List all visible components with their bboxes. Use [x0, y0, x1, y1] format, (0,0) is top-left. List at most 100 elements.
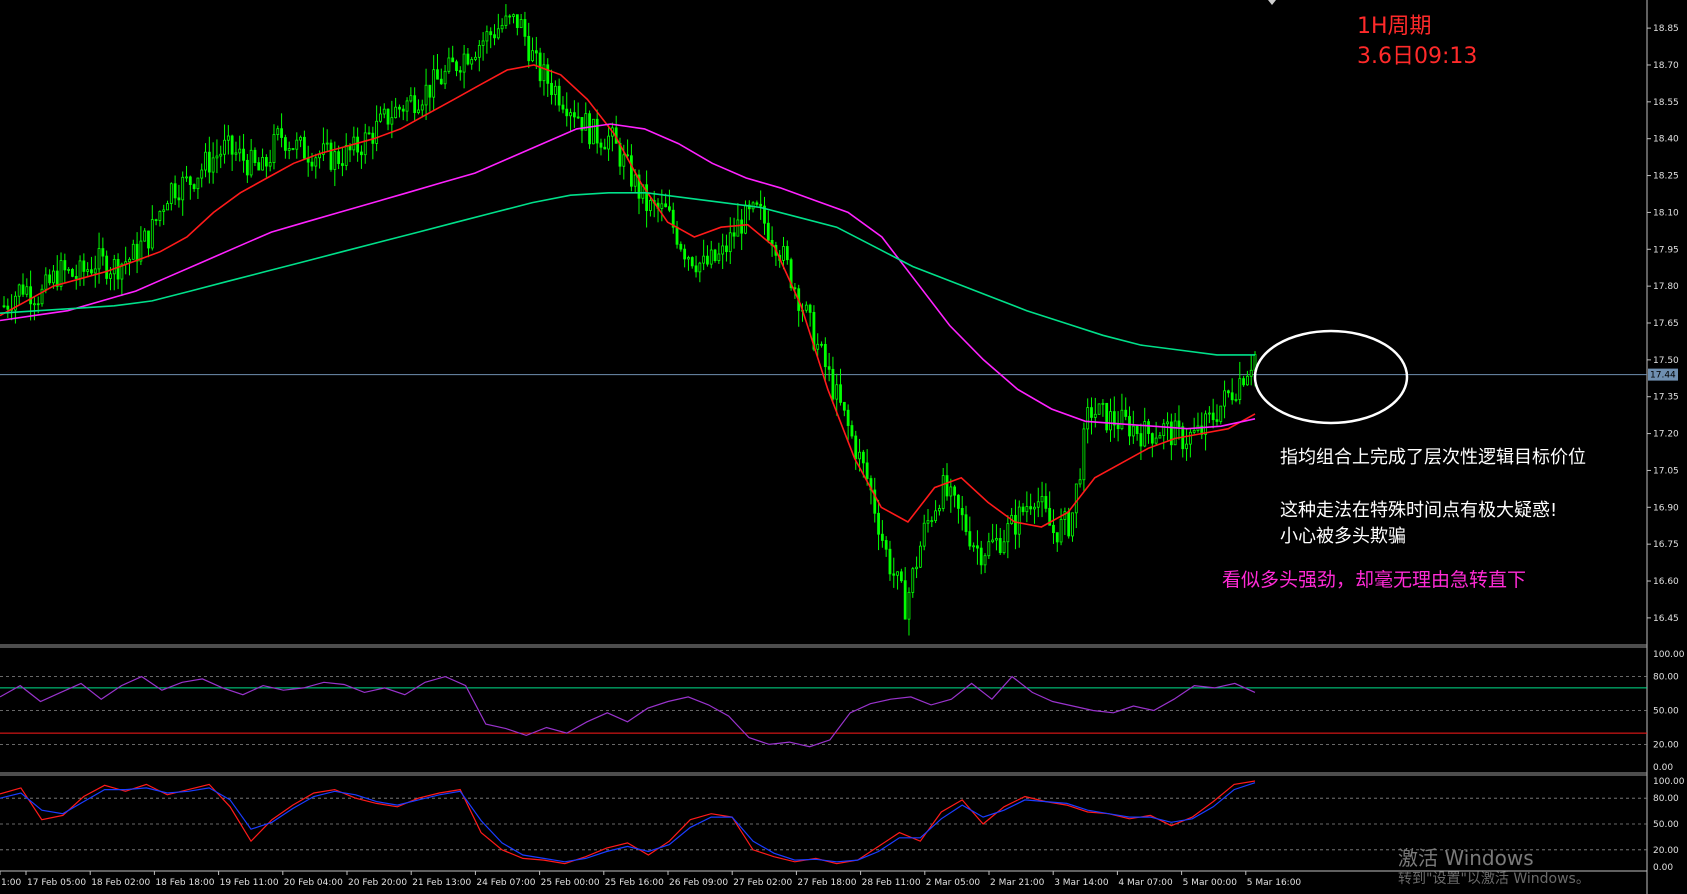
- price-tick-label: 18.40: [1653, 135, 1679, 145]
- price-tick-label: 18.10: [1653, 208, 1679, 218]
- candle-body: [968, 531, 972, 547]
- candle-body: [865, 462, 869, 479]
- candle-body: [823, 343, 827, 368]
- candle-body: [1033, 506, 1036, 510]
- candle-body: [462, 53, 466, 73]
- candle-body: [1188, 431, 1192, 445]
- candle-body: [713, 249, 717, 261]
- time-tick-label: 2 Mar 05:00: [926, 878, 981, 888]
- candle-body: [1223, 390, 1226, 407]
- candle-body: [953, 486, 957, 496]
- candle-body: [1116, 424, 1120, 430]
- candle-body: [945, 475, 949, 497]
- rsi-tick-label: 100.00: [1653, 650, 1685, 660]
- candle-body: [500, 24, 504, 30]
- price-tick-label: 17.65: [1653, 319, 1679, 329]
- scroll-marker-icon: [1268, 0, 1276, 5]
- candle-body: [1173, 420, 1177, 446]
- rsi-tick-label: 20.00: [1653, 740, 1679, 750]
- candle-body: [960, 508, 964, 516]
- candle-body: [283, 137, 287, 151]
- candle-body: [728, 232, 732, 253]
- price-tick-label: 16.90: [1653, 503, 1679, 513]
- time-tick-label: 24 Feb 07:00: [476, 878, 535, 888]
- price-tick-label: 17.20: [1653, 430, 1679, 440]
- time-tick-label: 27 Feb 02:00: [733, 878, 792, 888]
- candle-body: [1021, 506, 1025, 513]
- candle-body: [447, 57, 451, 72]
- ma-slow-line: [0, 192, 1255, 356]
- candle-body: [1036, 501, 1040, 508]
- candle-body: [1215, 419, 1219, 422]
- candle-body: [390, 117, 394, 125]
- candle-body: [169, 183, 173, 204]
- datetime-label: 3.6日09:13: [1357, 44, 1478, 69]
- candle-body: [515, 14, 519, 28]
- candle-body: [1002, 541, 1006, 554]
- candle-body: [1124, 409, 1128, 417]
- candle-body: [481, 40, 485, 46]
- candle-body: [649, 200, 652, 211]
- candle-body: [375, 120, 379, 144]
- candle-body: [474, 56, 477, 60]
- price-tick-label: 16.75: [1653, 540, 1679, 550]
- price-tick-label: 18.85: [1653, 24, 1679, 34]
- candle-body: [1230, 392, 1234, 401]
- candle-body: [793, 287, 797, 290]
- analysis-note-3: 小心被多头欺骗: [1280, 526, 1406, 547]
- candle-body: [512, 14, 515, 17]
- candle-body: [261, 156, 264, 171]
- time-tick-label: 25 Feb 00:00: [541, 878, 600, 888]
- candle-body: [112, 259, 116, 275]
- candle-body: [888, 548, 892, 575]
- candle-body: [603, 146, 607, 150]
- candle-body: [417, 109, 420, 114]
- time-tick-label: 2 Mar 21:00: [990, 878, 1045, 888]
- candle-body: [508, 15, 512, 18]
- candle-body: [329, 142, 333, 170]
- candle-body: [367, 132, 371, 135]
- candle-body: [116, 259, 120, 280]
- candle-body: [755, 202, 759, 205]
- candle-body: [991, 539, 995, 543]
- candle-body: [128, 258, 131, 263]
- candle-body: [33, 303, 36, 306]
- candle-body: [192, 184, 196, 190]
- time-tick-label: 25 Feb 16:00: [605, 878, 664, 888]
- candle-body: [356, 136, 360, 153]
- candle-body: [314, 157, 318, 167]
- candle-body: [861, 451, 865, 464]
- candle-body: [477, 45, 481, 58]
- candle-body: [983, 555, 987, 566]
- candle-body: [972, 545, 976, 548]
- candle-body: [1097, 403, 1101, 415]
- candle-body: [443, 70, 447, 85]
- candle-body: [360, 151, 363, 156]
- candle-body: [850, 425, 854, 437]
- timeframe-annotation: 1H周期 3.6日09:13: [1357, 12, 1477, 72]
- candle-body: [299, 136, 302, 141]
- candle-body: [59, 260, 63, 287]
- candle-body: [93, 268, 97, 274]
- time-tick-label: 19 Feb 11:00: [220, 878, 279, 888]
- time-tick-label: 1:00: [1, 878, 21, 888]
- candle-body: [36, 303, 40, 306]
- current-price-label: 17.44: [1650, 371, 1676, 381]
- candle-body: [6, 305, 10, 310]
- candle-body: [576, 116, 580, 119]
- candle-body: [90, 269, 93, 274]
- candle-body: [782, 246, 785, 261]
- candle-body: [1192, 429, 1196, 433]
- candle-body: [1014, 514, 1017, 535]
- candle-body: [553, 85, 557, 96]
- candle-body: [1029, 506, 1033, 510]
- candle-body: [687, 257, 690, 260]
- candle-body: [633, 174, 637, 187]
- timeframe-label: 1H周期: [1357, 14, 1432, 39]
- time-tick-label: 4 Mar 07:00: [1118, 878, 1173, 888]
- candle-body: [1025, 506, 1029, 513]
- candle-body: [694, 265, 698, 273]
- candle-body: [717, 253, 721, 261]
- price-tick-label: 17.80: [1653, 282, 1679, 292]
- candle-body: [926, 520, 930, 524]
